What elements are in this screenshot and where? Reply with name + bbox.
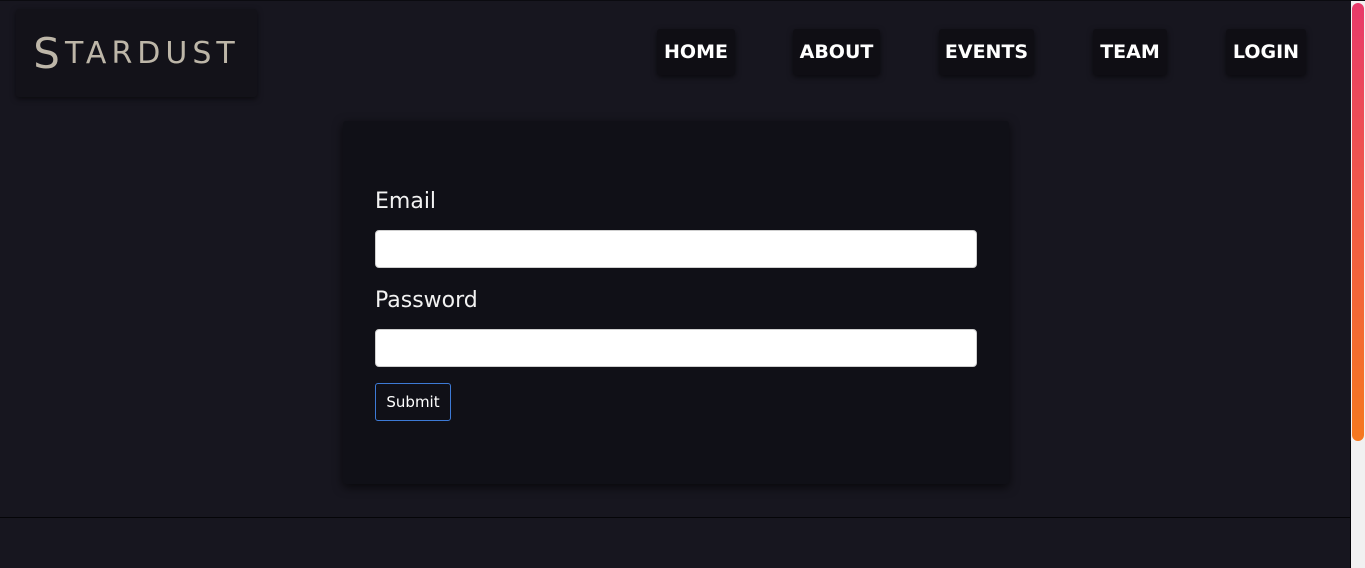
email-field[interactable] (375, 230, 977, 268)
nav-events-link[interactable]: EVENTS (939, 29, 1034, 75)
scrollbar-thumb[interactable] (1352, 3, 1364, 441)
page: S TARDUST HOME ABOUT EVENTS TEAM LOGIN Em… (0, 0, 1365, 568)
footer-divider (0, 517, 1351, 518)
login-card: Email Password Submit (343, 121, 1009, 484)
nav-about-link[interactable]: ABOUT (793, 29, 880, 75)
nav-login-link[interactable]: LOGIN (1226, 29, 1306, 75)
logo-text: TARDUST (64, 35, 240, 71)
password-field[interactable] (375, 329, 977, 367)
submit-button[interactable]: Submit (375, 383, 451, 421)
nav-home-link[interactable]: HOME (657, 29, 735, 75)
password-label: Password (375, 288, 478, 313)
email-label: Email (375, 189, 437, 214)
logo-initial: S (33, 28, 65, 78)
site-logo[interactable]: S TARDUST (16, 9, 257, 97)
nav-team-link[interactable]: TEAM (1093, 29, 1167, 75)
